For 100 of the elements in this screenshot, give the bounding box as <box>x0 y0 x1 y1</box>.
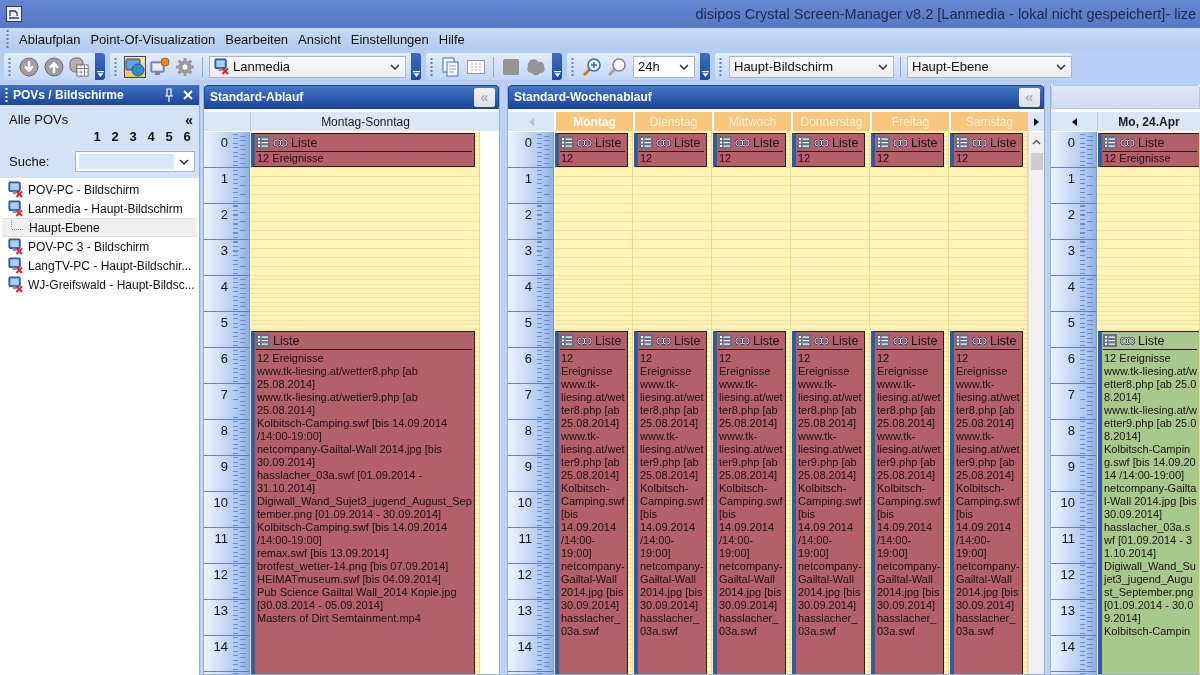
event-block[interactable]: Liste 12 <box>871 133 944 167</box>
scrollbar-track[interactable] <box>1028 132 1044 674</box>
event-block[interactable] <box>950 331 1023 674</box>
level-button[interactable]: 6 <box>179 128 195 145</box>
hour-label: 8 <box>219 422 228 438</box>
app-icon <box>6 6 22 22</box>
layer-select[interactable]: Haupt-Ebene <box>907 55 1072 78</box>
toolbar-overflow-button[interactable] <box>95 53 105 80</box>
hour-label: 6 <box>219 350 228 366</box>
list-icon <box>797 136 811 149</box>
event-block[interactable]: Liste 12 <box>950 133 1023 167</box>
toolbar-overflow-button[interactable] <box>700 53 710 80</box>
tree-item[interactable]: Lanmedia - Haupt-Bildschirm <box>0 199 199 218</box>
panel-title: Standard-Wochenablauf <box>514 90 653 104</box>
list-icon <box>718 136 732 149</box>
hour-label: 0 <box>1066 134 1075 150</box>
grip-icon[interactable] <box>430 56 433 77</box>
tree-connector-icon <box>10 219 24 230</box>
chevron-down-icon <box>390 63 400 70</box>
event-entry: hasslacher_03a.swf [01.09.2014 - 31.10.2014] <box>257 469 424 495</box>
tree-item[interactable]: LangTV-PC - Haupt-Bildschir... <box>0 256 199 275</box>
grip-icon[interactable] <box>114 56 117 77</box>
tree-item[interactable]: Haupt-Ebene <box>2 218 197 237</box>
hour-label: 0 <box>523 134 532 150</box>
menu-item[interactable]: Ansicht <box>294 29 345 49</box>
hour-label: 0 <box>219 134 228 150</box>
collapse-button[interactable]: « <box>183 111 195 128</box>
menu-item[interactable]: Ablaufplan <box>15 29 85 49</box>
event-entry: Kolbitsch-Campin <box>1104 625 1192 638</box>
list-icon <box>256 136 270 149</box>
screen-select[interactable]: Lanmedia <box>209 55 406 78</box>
event-entry: Masters of Dirt Semtainment.mp4 <box>257 612 422 625</box>
column-header[interactable]: Mo, 24.Apr <box>1097 112 1200 131</box>
menu-item[interactable]: Point-Of-Visualization <box>86 29 220 49</box>
event-entry: hasslacher_03a.swf <box>561 612 622 638</box>
table-card-icon <box>69 56 89 77</box>
event-entry: www.tk-liesing.at/wetter9.php [ab 25.08.2014] <box>1104 404 1197 443</box>
event-block[interactable] <box>555 331 628 674</box>
toolbar-overflow-button[interactable] <box>411 53 421 80</box>
event-block[interactable]: Liste 12 <box>792 133 865 167</box>
monitor-x-icon <box>214 58 229 75</box>
menu-item[interactable]: Bearbeiten <box>221 29 293 49</box>
hour-label: 14 <box>1059 638 1075 654</box>
event-entry: Pub Science Gailtal Wall_2014 Kopie.jpg [30.08.2014 - 05.09.2014] <box>257 586 458 612</box>
event-count: 12 <box>877 152 891 165</box>
event-block[interactable]: Liste 12 <box>634 133 707 167</box>
event-block[interactable] <box>1098 331 1199 674</box>
tree-item[interactable]: POV-PC 3 - Bildschirm <box>0 237 199 256</box>
list-icon <box>560 334 574 347</box>
scrollbar-thumb[interactable] <box>1030 153 1043 170</box>
grip-icon[interactable] <box>5 87 8 103</box>
event-entry: hasslacher_03a.swf <box>640 612 701 638</box>
grip-icon[interactable] <box>719 56 722 77</box>
toolbar-button[interactable] <box>149 55 171 78</box>
tree-item[interactable]: POV-PC - Bildschirm <box>0 180 199 199</box>
tree-item[interactable]: WJ-Greifswald - Haupt-Bildsc... <box>0 275 199 294</box>
column-header[interactable]: Montag-Sonntag <box>250 112 480 131</box>
pin-button[interactable] <box>162 87 176 103</box>
display-select[interactable]: Haupt-Bildschirm <box>729 55 894 78</box>
hour-label: 13 <box>212 602 228 618</box>
block-title: Liste <box>990 333 1017 348</box>
event-block[interactable] <box>871 331 944 674</box>
event-block[interactable] <box>713 331 786 674</box>
hour-label: 11 <box>517 530 532 546</box>
toolbar-button[interactable] <box>581 55 603 78</box>
event-entry: www.tk-liesing.at/wetter9.php [ab 25.08.2014] <box>257 391 419 417</box>
hour-label: 12 <box>212 566 228 582</box>
grip-icon[interactable] <box>8 56 11 77</box>
event-entry: www.tk-liesing.at/wetter9.php [ab 25.08.2014] <box>719 430 783 482</box>
event-block[interactable] <box>792 331 865 674</box>
level-button[interactable]: 2 <box>107 128 123 145</box>
event-block[interactable]: Liste 12 <box>713 133 786 167</box>
monitor-x-icon <box>8 238 23 255</box>
block-title: Liste <box>753 135 780 150</box>
zoom-select[interactable]: 24h <box>633 55 695 78</box>
event-block[interactable]: Liste 12 <box>555 133 628 167</box>
level-button[interactable]: 3 <box>125 128 141 145</box>
level-button[interactable]: 1 <box>89 128 105 145</box>
toolbar-overflow-button[interactable] <box>552 53 562 80</box>
grip-icon[interactable] <box>571 56 574 77</box>
event-block[interactable] <box>251 331 475 674</box>
event-count: 12 <box>561 152 575 165</box>
menu-item[interactable]: Einstellungen <box>346 29 433 49</box>
level-button[interactable]: 4 <box>143 128 159 145</box>
event-block[interactable] <box>634 331 707 674</box>
event-block[interactable]: Liste 12 Ereignisse <box>1098 133 1199 167</box>
hour-label: 7 <box>523 386 532 402</box>
list-icon <box>639 334 653 347</box>
grip-icon[interactable] <box>6 29 9 49</box>
level-button[interactable]: 5 <box>161 128 177 145</box>
hour-label: 2 <box>219 206 228 222</box>
zoom-in-icon <box>582 56 602 77</box>
chevron-down-icon <box>679 63 689 70</box>
block-title: Liste <box>1138 333 1165 348</box>
search-field[interactable] <box>75 151 195 172</box>
event-entry: brotfest_wetter-14.png [bis 07.09.2014] <box>257 560 450 573</box>
menu-item[interactable]: Hilfe <box>434 29 469 49</box>
event-block[interactable]: Liste 12 Ereignisse <box>251 133 475 167</box>
list-icon <box>955 136 969 149</box>
toolbar-button[interactable] <box>124 55 146 78</box>
